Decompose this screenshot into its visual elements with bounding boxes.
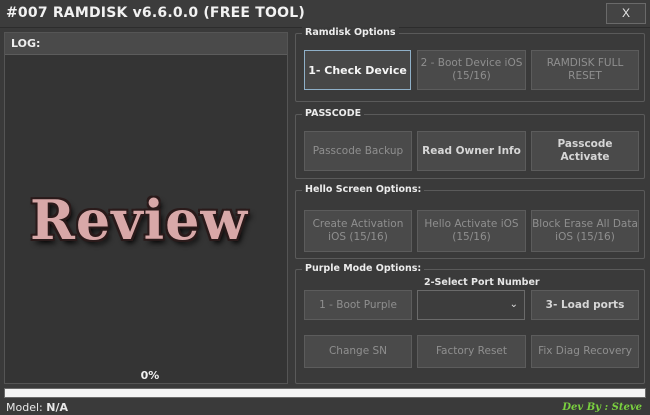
boot-purple-button[interactable]: 1 - Boot Purple [304, 290, 412, 320]
hello-screen-title: Hello Screen Options: [302, 184, 425, 195]
port-number-select[interactable]: ⌄ [417, 290, 525, 320]
hello-activate-button[interactable]: Hello Activate iOS (15/16) [417, 210, 526, 252]
purple-mode-title: Purple Mode Options: [302, 263, 425, 274]
load-ports-button[interactable]: 3- Load ports [531, 290, 639, 320]
title-bar: #007 RAMDISK v6.6.0.0 (FREE TOOL) X [0, 0, 650, 28]
factory-reset-button[interactable]: Factory Reset [417, 335, 526, 368]
read-owner-info-button[interactable]: Read Owner Info [417, 131, 526, 171]
block-erase-button[interactable]: Block Erase All Data iOS (15/16) [531, 210, 639, 252]
change-sn-button[interactable]: Change SN [304, 335, 412, 368]
progress-percent: 0% [140, 369, 160, 382]
log-header: LOG: [5, 33, 287, 55]
model-value: N/A [46, 401, 68, 414]
check-device-button[interactable]: 1- Check Device [304, 50, 411, 90]
passcode-activate-button[interactable]: Passcode Activate [531, 131, 639, 171]
create-activation-button[interactable]: Create Activation iOS (15/16) [304, 210, 412, 252]
ramdisk-options-title: Ramdisk Options [302, 27, 399, 38]
port-number-label: 2-Select Port Number [424, 277, 540, 288]
fix-diag-recovery-button[interactable]: Fix Diag Recovery [531, 335, 639, 368]
status-bar: Model: N/A Dev By : Steve [0, 399, 650, 415]
boot-device-button[interactable]: 2 - Boot Device iOS (15/16) [417, 50, 526, 90]
ramdisk-full-reset-button[interactable]: RAMDISK FULL RESET [531, 50, 639, 90]
window-title: #007 RAMDISK v6.6.0.0 (FREE TOOL) [6, 5, 305, 21]
review-watermark: Review [30, 188, 248, 252]
progress-bar [4, 388, 646, 398]
close-button[interactable]: X [606, 3, 646, 24]
passcode-title: PASSCODE [302, 108, 365, 119]
log-label: LOG: [11, 37, 41, 50]
model-label: Model: N/A [6, 401, 68, 414]
passcode-backup-button[interactable]: Passcode Backup [304, 131, 412, 171]
developer-credit: Dev By : Steve [562, 402, 642, 413]
model-label-text: Model: [6, 401, 43, 414]
chevron-down-icon: ⌄ [509, 299, 518, 310]
